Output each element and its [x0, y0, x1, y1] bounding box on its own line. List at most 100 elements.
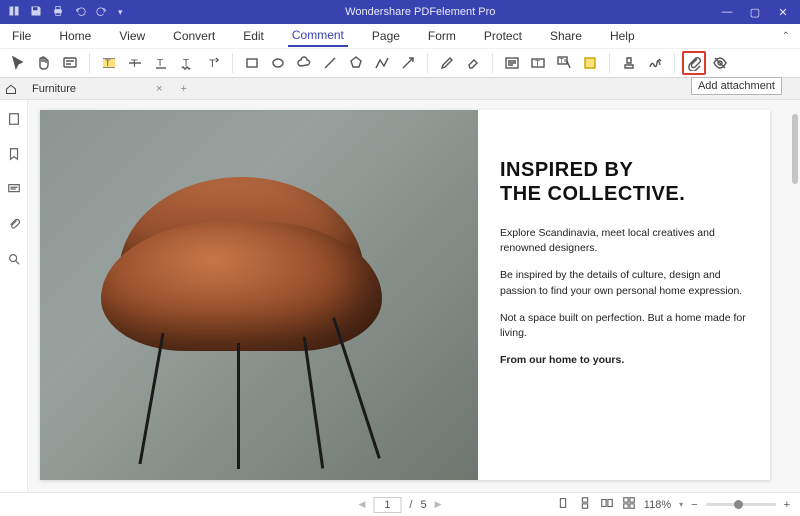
squiggly-tool-icon[interactable]: T — [175, 51, 199, 75]
attachment-tooltip: Add attachment — [691, 77, 782, 95]
page-navigator: ◀ 1 / 5 ▶ — [358, 497, 441, 513]
document-tab[interactable]: Furniture × — [22, 83, 172, 95]
line-tool-icon[interactable] — [318, 51, 342, 75]
menu-page[interactable]: Page — [368, 26, 404, 46]
pdf-page: INSPIRED BY THE COLLECTIVE. Explore Scan… — [40, 110, 770, 480]
zoom-slider[interactable] — [706, 503, 776, 506]
page-headline: INSPIRED BY THE COLLECTIVE. — [500, 158, 752, 206]
eraser-tool-icon[interactable] — [461, 51, 485, 75]
page-paragraph: Explore Scandinavia, meet local creative… — [500, 226, 752, 256]
menu-convert[interactable]: Convert — [169, 26, 219, 46]
menu-file[interactable]: File — [8, 26, 35, 46]
thumbnails-panel-icon[interactable] — [7, 112, 21, 131]
polygon-tool-icon[interactable] — [344, 51, 368, 75]
zoom-value[interactable]: 118% — [644, 499, 671, 511]
print-icon[interactable] — [52, 5, 64, 20]
add-attachment-tool-icon[interactable] — [682, 51, 706, 75]
menu-protect[interactable]: Protect — [480, 26, 526, 46]
menu-share[interactable]: Share — [546, 26, 586, 46]
next-page-button[interactable]: ▶ — [435, 499, 442, 510]
page-number-input[interactable]: 1 — [373, 497, 401, 513]
save-icon[interactable] — [30, 5, 42, 20]
caret-tool-icon[interactable]: T — [201, 51, 225, 75]
underline-tool-icon[interactable]: T — [149, 51, 173, 75]
arrow-tool-icon[interactable] — [396, 51, 420, 75]
menu-help[interactable]: Help — [606, 26, 639, 46]
svg-text:T: T — [105, 58, 111, 68]
quick-access-toolbar: ▾ — [0, 5, 131, 20]
note-tool-icon[interactable] — [58, 51, 82, 75]
comments-panel-icon[interactable] — [7, 182, 21, 201]
page-image-area — [40, 110, 478, 480]
continuous-view-icon[interactable] — [578, 496, 592, 513]
zoom-out-button[interactable]: − — [691, 499, 697, 511]
menu-bar: File Home View Convert Edit Comment Page… — [0, 24, 800, 48]
left-panel-rail — [0, 100, 28, 492]
cloud-tool-icon[interactable] — [292, 51, 316, 75]
qat-dropdown-icon[interactable]: ▾ — [118, 7, 123, 18]
window-title: Wondershare PDFelement Pro — [131, 6, 710, 18]
comment-toolbar: T T T T T T T≡ — [0, 48, 800, 78]
menu-comment[interactable]: Comment — [288, 25, 348, 47]
chair-illustration — [302, 336, 324, 468]
tab-close-button[interactable]: × — [156, 83, 162, 95]
tab-label: Furniture — [32, 83, 76, 95]
menu-edit[interactable]: Edit — [239, 26, 268, 46]
new-tab-button[interactable]: + — [172, 83, 194, 95]
strikethrough-tool-icon[interactable]: T — [123, 51, 147, 75]
chair-illustration — [333, 317, 382, 459]
close-window-button[interactable]: ✕ — [776, 6, 790, 19]
text-comment-tool-icon[interactable] — [500, 51, 524, 75]
svg-text:T: T — [535, 59, 540, 68]
collapse-ribbon-icon[interactable]: ⌃ — [782, 31, 790, 42]
area-highlight-tool-icon[interactable] — [578, 51, 602, 75]
menu-home[interactable]: Home — [55, 26, 95, 46]
vertical-scrollbar[interactable] — [792, 114, 798, 184]
menu-view[interactable]: View — [115, 26, 149, 46]
select-tool-icon[interactable] — [6, 51, 30, 75]
text-box-tool-icon[interactable]: T — [526, 51, 550, 75]
signature-tool-icon[interactable] — [643, 51, 667, 75]
bookmarks-panel-icon[interactable] — [7, 147, 21, 166]
home-tab-icon[interactable] — [0, 83, 22, 95]
oval-tool-icon[interactable] — [266, 51, 290, 75]
minimize-button[interactable]: — — [720, 6, 734, 19]
svg-text:T: T — [131, 58, 138, 70]
chair-illustration — [138, 333, 164, 465]
pencil-tool-icon[interactable] — [435, 51, 459, 75]
svg-text:T: T — [209, 58, 216, 70]
single-page-view-icon[interactable] — [556, 496, 570, 513]
hand-tool-icon[interactable] — [32, 51, 56, 75]
attachments-panel-icon[interactable] — [7, 217, 21, 236]
prev-page-button[interactable]: ◀ — [358, 499, 365, 510]
redo-icon[interactable] — [96, 5, 108, 20]
document-viewport[interactable]: INSPIRED BY THE COLLECTIVE. Explore Scan… — [28, 100, 800, 492]
chair-illustration — [237, 343, 240, 469]
two-page-view-icon[interactable] — [600, 496, 614, 513]
title-bar: ▾ Wondershare PDFelement Pro — ▢ ✕ — [0, 0, 800, 24]
page-paragraph: Be inspired by the details of culture, d… — [500, 268, 752, 298]
two-page-continuous-view-icon[interactable] — [622, 496, 636, 513]
zoom-in-button[interactable]: + — [784, 499, 790, 511]
maximize-button[interactable]: ▢ — [748, 6, 762, 19]
page-total: 5 — [420, 499, 426, 511]
stamp-tool-icon[interactable] — [617, 51, 641, 75]
zoom-controls: 118% ▾ − + — [644, 499, 790, 511]
page-paragraph: Not a space built on perfection. But a h… — [500, 311, 752, 341]
workspace: INSPIRED BY THE COLLECTIVE. Explore Scan… — [0, 100, 800, 492]
app-logo-icon — [8, 5, 20, 20]
document-tab-bar: Furniture × + — [0, 78, 800, 100]
undo-icon[interactable] — [74, 5, 86, 20]
rectangle-tool-icon[interactable] — [240, 51, 264, 75]
page-separator: / — [409, 499, 412, 511]
menu-form[interactable]: Form — [424, 26, 460, 46]
highlight-tool-icon[interactable]: T — [97, 51, 121, 75]
svg-text:T≡: T≡ — [560, 58, 568, 65]
connected-lines-tool-icon[interactable] — [370, 51, 394, 75]
search-panel-icon[interactable] — [7, 252, 21, 271]
status-bar: ◀ 1 / 5 ▶ 118% ▾ − + — [0, 492, 800, 516]
window-buttons: — ▢ ✕ — [710, 6, 800, 19]
callout-tool-icon[interactable]: T≡ — [552, 51, 576, 75]
hide-annotations-tool-icon[interactable] — [708, 51, 732, 75]
page-text-area: INSPIRED BY THE COLLECTIVE. Explore Scan… — [478, 110, 770, 480]
